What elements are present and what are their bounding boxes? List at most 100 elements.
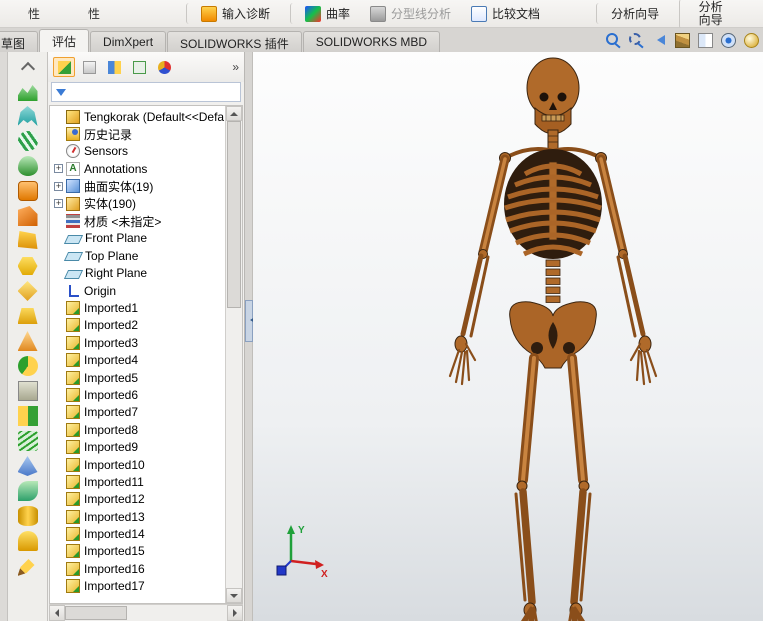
- previous-view-icon[interactable]: [652, 33, 667, 48]
- expand-box-icon[interactable]: [54, 147, 63, 156]
- tree-item[interactable]: 曲面实体(19): [54, 178, 225, 195]
- tree-item[interactable]: Imported17: [54, 578, 225, 595]
- tree-item[interactable]: Imported8: [54, 421, 225, 438]
- dome-icon[interactable]: [17, 531, 38, 551]
- expand-box-icon[interactable]: [54, 321, 63, 330]
- tab-sketch[interactable]: 草图: [0, 31, 39, 52]
- import-diagnostics-button[interactable]: 输入诊断: [186, 3, 278, 24]
- displaymanager-tab[interactable]: [153, 57, 175, 77]
- deviation-analysis-icon[interactable]: [17, 85, 38, 101]
- configurationmanager-tab[interactable]: [103, 57, 125, 77]
- tree-item[interactable]: Origin: [54, 282, 225, 299]
- tree-item[interactable]: 历史记录: [54, 125, 225, 142]
- tree-root-item[interactable]: Tengkorak (Default<<Defa: [54, 108, 225, 125]
- featuremanager-tab[interactable]: [53, 57, 75, 77]
- scroll-up-icon[interactable]: [18, 56, 38, 76]
- graphics-viewport[interactable]: Y X: [253, 52, 763, 621]
- tree-item[interactable]: Imported2: [54, 317, 225, 334]
- expand-box-icon[interactable]: [54, 373, 63, 382]
- expand-box-icon[interactable]: [54, 512, 63, 521]
- tree-item[interactable]: Imported13: [54, 508, 225, 525]
- expand-box-icon[interactable]: [54, 495, 63, 504]
- tree-item[interactable]: Imported4: [54, 351, 225, 368]
- expand-box-icon[interactable]: [54, 582, 63, 591]
- scrollbar-track[interactable]: [65, 605, 227, 621]
- zoom-to-area-icon[interactable]: [629, 33, 644, 48]
- parting-line-analysis-button[interactable]: 分型线分析: [362, 3, 459, 24]
- tab-solidworks-mbd[interactable]: SOLIDWORKS MBD: [302, 31, 441, 52]
- mass-properties-icon[interactable]: [17, 281, 38, 301]
- expand-box-icon[interactable]: [54, 477, 63, 486]
- expand-box-icon[interactable]: [54, 547, 63, 556]
- scroll-up-arrow-icon[interactable]: [226, 106, 242, 121]
- propertymanager-tab[interactable]: [78, 57, 100, 77]
- display-style-icon[interactable]: [698, 33, 713, 48]
- expand-box-icon[interactable]: [54, 181, 63, 191]
- tree-item[interactable]: Top Plane: [54, 247, 225, 264]
- draft-analysis-icon[interactable]: [17, 181, 38, 201]
- tree-item[interactable]: Imported5: [54, 369, 225, 386]
- section-properties-icon[interactable]: [17, 308, 38, 324]
- expand-box-icon[interactable]: [54, 217, 63, 226]
- curvature-button[interactable]: 曲率: [290, 3, 358, 24]
- compare-documents-button[interactable]: 比较文档: [463, 3, 548, 24]
- projected-curve-icon[interactable]: [17, 456, 38, 476]
- sketch-icon[interactable]: [17, 559, 35, 576]
- tree-vertical-scrollbar[interactable]: [225, 106, 242, 603]
- zoom-to-fit-icon[interactable]: [606, 33, 621, 48]
- expand-box-icon[interactable]: [54, 303, 63, 312]
- tree-item[interactable]: Imported9: [54, 438, 225, 455]
- tree-item[interactable]: Imported6: [54, 386, 225, 403]
- tree-item[interactable]: Right Plane: [54, 265, 225, 282]
- expand-box-icon[interactable]: [54, 443, 63, 452]
- tab-solidworks-addins[interactable]: SOLIDWORKS 插件: [167, 31, 302, 52]
- scroll-right-arrow-icon[interactable]: [227, 605, 243, 621]
- split-line-icon[interactable]: [17, 406, 38, 426]
- tree-item[interactable]: Imported12: [54, 491, 225, 508]
- expand-box-icon[interactable]: [54, 199, 63, 209]
- tree-horizontal-scrollbar[interactable]: [49, 604, 243, 621]
- expand-box-icon[interactable]: [54, 356, 63, 365]
- manager-tabs-overflow-button[interactable]: »: [232, 60, 239, 74]
- expand-box-icon[interactable]: [54, 390, 63, 399]
- expand-box-icon[interactable]: [54, 338, 63, 347]
- tree-item[interactable]: Imported10: [54, 456, 225, 473]
- tree-item[interactable]: Imported16: [54, 560, 225, 577]
- analysis-wizard-button-2[interactable]: 分析向导: [679, 0, 735, 29]
- tree-item[interactable]: 实体(190): [54, 195, 225, 212]
- tree-item[interactable]: Front Plane: [54, 230, 225, 247]
- expand-box-icon[interactable]: [54, 286, 63, 295]
- geometry-check-icon[interactable]: [17, 356, 38, 376]
- fillet-icon[interactable]: [17, 506, 38, 526]
- thickness-analysis-icon[interactable]: [17, 231, 38, 249]
- undercut-analysis-icon[interactable]: [17, 206, 38, 226]
- tree-item[interactable]: Imported7: [54, 404, 225, 421]
- scroll-left-arrow-icon[interactable]: [49, 605, 65, 621]
- tree-item[interactable]: Annotations: [54, 160, 225, 177]
- scroll-down-arrow-icon[interactable]: [226, 588, 242, 603]
- tree-item[interactable]: Sensors: [54, 143, 225, 160]
- tree-item[interactable]: 材质 <未指定>: [54, 212, 225, 229]
- tree-item[interactable]: Imported1: [54, 299, 225, 316]
- expand-box-icon[interactable]: [54, 234, 63, 243]
- tab-dimxpert[interactable]: DimXpert: [90, 31, 167, 52]
- scrollbar-thumb[interactable]: [227, 121, 241, 308]
- measure-icon[interactable]: [17, 257, 38, 275]
- composite-curve-icon[interactable]: [17, 481, 38, 501]
- edit-appearance-icon[interactable]: [744, 33, 759, 48]
- hide-show-items-icon[interactable]: [721, 33, 736, 48]
- performance-evaluation-icon[interactable]: [17, 381, 38, 401]
- expand-box-icon[interactable]: [54, 269, 63, 278]
- dimxpertmanager-tab[interactable]: [128, 57, 150, 77]
- expand-box-icon[interactable]: [54, 460, 63, 469]
- scrollbar-track[interactable]: [226, 121, 242, 588]
- expand-box-icon[interactable]: [54, 408, 63, 417]
- helix-curve-icon[interactable]: [17, 431, 38, 451]
- tab-evaluate[interactable]: 评估: [39, 29, 90, 52]
- tree-item[interactable]: Imported14: [54, 525, 225, 542]
- zebra-stripes-icon[interactable]: [17, 131, 38, 151]
- expand-box-icon[interactable]: [54, 164, 63, 174]
- expand-box-icon[interactable]: [54, 425, 63, 434]
- sensor-icon[interactable]: [17, 331, 38, 351]
- tree-item[interactable]: Imported11: [54, 473, 225, 490]
